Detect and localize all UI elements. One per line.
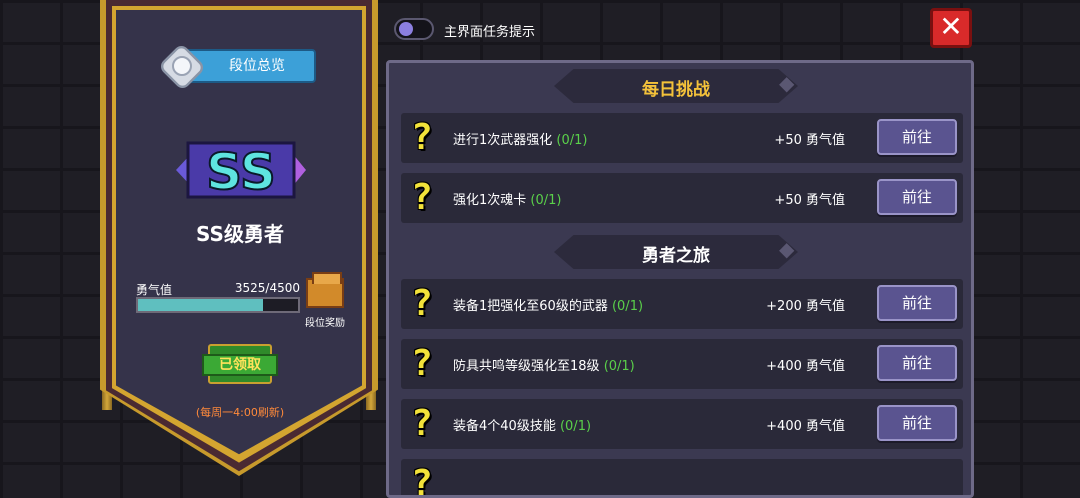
go-button[interactable]: 前往 [877,119,957,155]
close-icon: ✕ [939,10,963,43]
valor-label: 勇气值 [136,283,173,297]
go-button[interactable]: 前往 [877,405,957,441]
task-progress: (0/1) [611,299,644,314]
task-progress: (0/1) [559,419,592,434]
question-mark-icon: ? [411,117,433,158]
task-row: ? 装备4个40级技能 (0/1) +400 勇气值 前往 [401,399,963,449]
task-text: 强化1次魂卡 (0/1) [453,193,562,208]
header-arrow-right-icon: ◆ [779,237,795,261]
task-panel: ◆ 每日挑战 ◆ ? 进行1次武器强化 (0/1) +50 勇气值 前往 ? 强… [386,60,974,498]
rank-overview-label: 段位总览 [229,58,285,74]
task-progress: (0/1) [556,133,588,148]
rank-name: SS级勇者 [196,222,284,246]
task-text: 进行1次武器强化 (0/1) [453,133,588,148]
task-reward: +200 勇气值 [766,299,845,314]
valor-progress-fill [138,299,264,311]
rank-reward-chest-icon[interactable] [306,272,344,308]
journey-section-title: 勇者之旅 [642,246,710,266]
toggle-knob [399,22,413,36]
header-arrow-right-icon: ◆ [779,71,795,95]
rank-emblem-core [172,56,192,76]
task-reward: +400 勇气值 [766,419,845,434]
ss-rank-logo-icon: SS [176,141,306,202]
daily-section-title: 每日挑战 [642,80,710,100]
task-reward: +400 勇气值 [766,359,845,374]
close-button[interactable]: ✕ [930,8,972,48]
valor-value: 3525/4500 [234,281,300,295]
go-button[interactable]: 前往 [877,285,957,321]
valor-progress-bar [136,297,300,313]
task-text: 装备1把强化至60级的武器 (0/1) [453,299,644,314]
question-mark-icon: ? [411,283,433,324]
task-reward: +50 勇气值 [774,193,845,208]
claimed-button[interactable]: 已领取 [202,344,278,384]
task-row: ? 强化1次魂卡 (0/1) +50 勇气值 前往 [401,173,963,223]
toggle-label: 主界面任务提示 [444,25,536,40]
task-reward: +50 勇气值 [774,133,845,148]
task-row: ? 装备1把强化至60级的武器 (0/1) +200 勇气值 前往 [401,279,963,329]
task-row: ? 防具共鸣等级强化至18级 (0/1) +400 勇气值 前往 [401,339,963,389]
question-mark-icon: ? [411,463,433,498]
task-progress: (0/1) [530,193,562,208]
go-button[interactable]: 前往 [877,345,957,381]
refresh-note: (每周一4:00刷新) [195,406,285,419]
rank-reward-label: 段位奖励 [305,318,345,329]
task-text: 装备4个40级技能 (0/1) [453,419,592,434]
question-mark-icon: ? [411,177,433,218]
claimed-label: 已领取 [202,354,278,376]
task-row: ? [401,459,963,498]
ss-rank-logo-text: SS [206,143,276,201]
task-text: 防具共鸣等级强化至18级 (0/1) [453,359,635,374]
task-progress: (0/1) [603,359,635,374]
task-row: ? 进行1次武器强化 (0/1) +50 勇气值 前往 [401,113,963,163]
question-mark-icon: ? [411,403,433,444]
question-mark-icon: ? [411,343,433,384]
go-button[interactable]: 前往 [877,179,957,215]
main-ui-task-hint-toggle[interactable] [394,18,434,40]
